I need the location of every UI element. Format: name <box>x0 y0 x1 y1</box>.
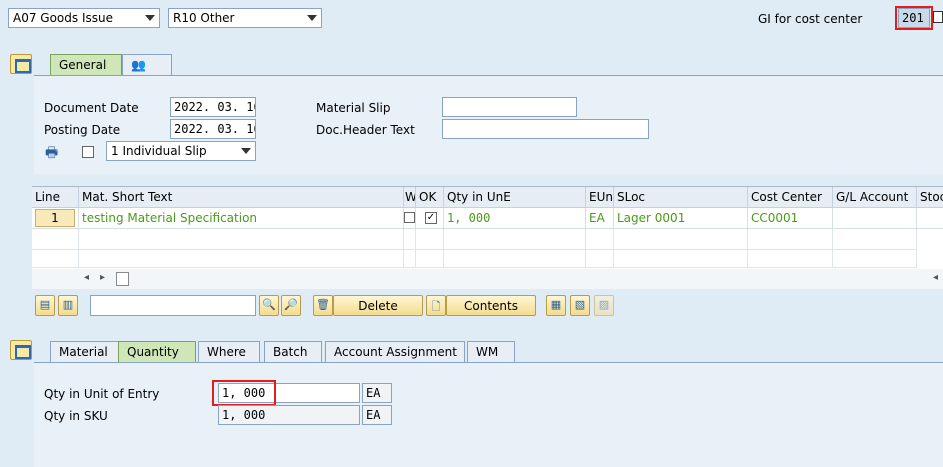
delete-button[interactable]: Delete <box>333 295 423 316</box>
tab-where-label: Where <box>207 345 246 359</box>
cell-qty[interactable]: 1, 000 <box>444 208 586 229</box>
copy-icon[interactable] <box>933 11 943 23</box>
gi-code-highlight <box>895 6 933 30</box>
table-row[interactable]: 1 testing Material Specification ✓ 1, 00… <box>32 208 943 229</box>
trash-icon[interactable]: 🗑 <box>313 295 333 316</box>
col-header-ok[interactable]: OK <box>416 187 444 208</box>
print-checkbox[interactable] <box>82 146 94 158</box>
w-checkbox[interactable] <box>404 212 415 223</box>
qty-sku-value: 1, 000 <box>222 408 266 422</box>
cell-eun[interactable]: EA <box>586 208 614 229</box>
doc-header-text-label: Doc.Header Text <box>316 123 415 137</box>
reference-dropdown[interactable]: R10 Other <box>168 8 322 28</box>
hierarchy-icon[interactable]: ▧ <box>570 295 590 316</box>
tab-material-label: Material <box>59 345 108 359</box>
document-date-label: Document Date <box>44 101 139 115</box>
collapse-detail-icon[interactable] <box>10 340 32 360</box>
horizontal-scrollbar[interactable]: ◂ ▸ ◂ <box>32 269 943 289</box>
delete-button-label: Delete <box>358 299 398 313</box>
tab-account-assignment[interactable]: Account Assignment <box>325 341 465 363</box>
expand-header-icon[interactable] <box>10 54 32 74</box>
reference-value: R10 Other <box>173 11 235 25</box>
ok-checkbox[interactable]: ✓ <box>425 212 437 224</box>
material-slip-field[interactable] <box>442 97 577 117</box>
material-slip-label: Material Slip <box>316 101 391 115</box>
cell-sloc[interactable]: Lager 0001 <box>614 208 748 229</box>
partner-icon: 👥 <box>131 58 146 72</box>
posting-date-label: Posting Date <box>44 123 121 137</box>
tab-quantity-label: Quantity <box>127 345 179 359</box>
col-header-stock[interactable]: Stoc <box>917 187 943 208</box>
document-date-value: 2022. 03. 16 <box>174 100 256 114</box>
cell-cost-center[interactable]: CC0001 <box>748 208 833 229</box>
col-header-mat-short-text[interactable]: Mat. Short Text <box>79 187 404 208</box>
find-icon[interactable]: 🔍 <box>259 295 279 316</box>
cell-ok[interactable]: ✓ <box>416 208 444 229</box>
col-header-line[interactable]: Line <box>32 187 79 208</box>
scroll-right-icon[interactable]: ▸ <box>100 272 105 283</box>
doc-header-text-field[interactable] <box>442 119 649 139</box>
table-row[interactable] <box>32 229 943 250</box>
select-all-icon[interactable]: ▤ <box>35 295 55 316</box>
qty-entry-unit-field[interactable]: EA <box>362 383 392 403</box>
qty-sku-field[interactable]: 1, 000 <box>218 405 360 425</box>
tab-quantity[interactable]: Quantity <box>118 341 196 363</box>
col-header-gl-account[interactable]: G/L Account <box>833 187 917 208</box>
qty-sku-label: Qty in SKU <box>44 409 108 423</box>
col-header-eun[interactable]: EUn <box>586 187 614 208</box>
posting-date-value: 2022. 03. 16 <box>174 122 256 136</box>
deselect-all-icon[interactable]: ▥ <box>58 295 78 316</box>
qty-sku-unit-value: EA <box>366 408 381 422</box>
tab-where[interactable]: Where <box>198 341 260 363</box>
cell-line[interactable]: 1 <box>32 208 79 229</box>
table-row[interactable] <box>32 250 943 268</box>
search-input[interactable] <box>90 295 256 316</box>
col-header-sloc[interactable]: SLoc <box>614 187 748 208</box>
layout-icon[interactable]: ▨ <box>594 295 614 316</box>
qty-entry-unit-value: EA <box>366 386 381 400</box>
expand-all-icon[interactable]: ▦ <box>546 295 566 316</box>
cell-mat-short-text[interactable]: testing Material Specification <box>79 208 404 229</box>
contents-button-label: Contents <box>464 299 518 313</box>
tab-account-assignment-label: Account Assignment <box>334 345 457 359</box>
scroll-thumb[interactable] <box>116 272 129 286</box>
document-icon[interactable]: 🗋 <box>426 295 446 316</box>
col-header-w[interactable]: W <box>404 187 416 208</box>
posting-date-field[interactable]: 2022. 03. 16 <box>170 119 256 139</box>
find-next-icon[interactable]: 🔎 <box>281 295 301 316</box>
tab-wm-label: WM <box>476 345 499 359</box>
movement-type-dropdown[interactable]: A07 Goods Issue <box>8 8 160 28</box>
slip-type-value: 1 Individual Slip <box>111 144 207 158</box>
chevron-down-icon <box>307 15 317 21</box>
slip-type-dropdown[interactable]: 1 Individual Slip <box>106 141 256 161</box>
scroll-left-icon[interactable]: ◂ <box>84 272 89 283</box>
qty-sku-unit-field[interactable]: EA <box>362 405 392 425</box>
quantity-panel <box>34 362 943 467</box>
chevron-down-icon <box>145 15 155 21</box>
qty-entry-highlight <box>212 380 276 406</box>
tab-batch[interactable]: Batch <box>264 341 322 363</box>
col-header-qty[interactable]: Qty in UnE <box>444 187 586 208</box>
cell-gl-account[interactable] <box>833 208 917 229</box>
tab-batch-label: Batch <box>273 345 308 359</box>
contents-button[interactable]: Contents <box>446 295 536 316</box>
cell-stock[interactable] <box>917 208 943 229</box>
qty-entry-label: Qty in Unit of Entry <box>44 387 160 401</box>
printer-icon[interactable]: 🖶 <box>45 142 58 166</box>
line-number-button[interactable]: 1 <box>35 209 75 227</box>
tab-partner[interactable]: 👥 <box>122 54 172 76</box>
gi-label: GI for cost center <box>758 12 863 26</box>
tab-material[interactable]: Material <box>50 341 122 363</box>
tab-general[interactable]: General <box>50 54 122 76</box>
tab-wm[interactable]: WM <box>467 341 515 363</box>
items-table: Line Mat. Short Text W OK Qty in UnE EUn… <box>32 186 943 289</box>
chevron-down-icon <box>241 148 251 154</box>
document-date-field[interactable]: 2022. 03. 16 <box>170 97 256 117</box>
cell-w[interactable] <box>404 208 416 229</box>
tab-general-label: General <box>59 58 107 72</box>
col-header-cost-center[interactable]: Cost Center <box>748 187 833 208</box>
scroll-far-left-icon[interactable]: ◂ <box>933 272 938 283</box>
movement-type-value: A07 Goods Issue <box>13 11 113 25</box>
